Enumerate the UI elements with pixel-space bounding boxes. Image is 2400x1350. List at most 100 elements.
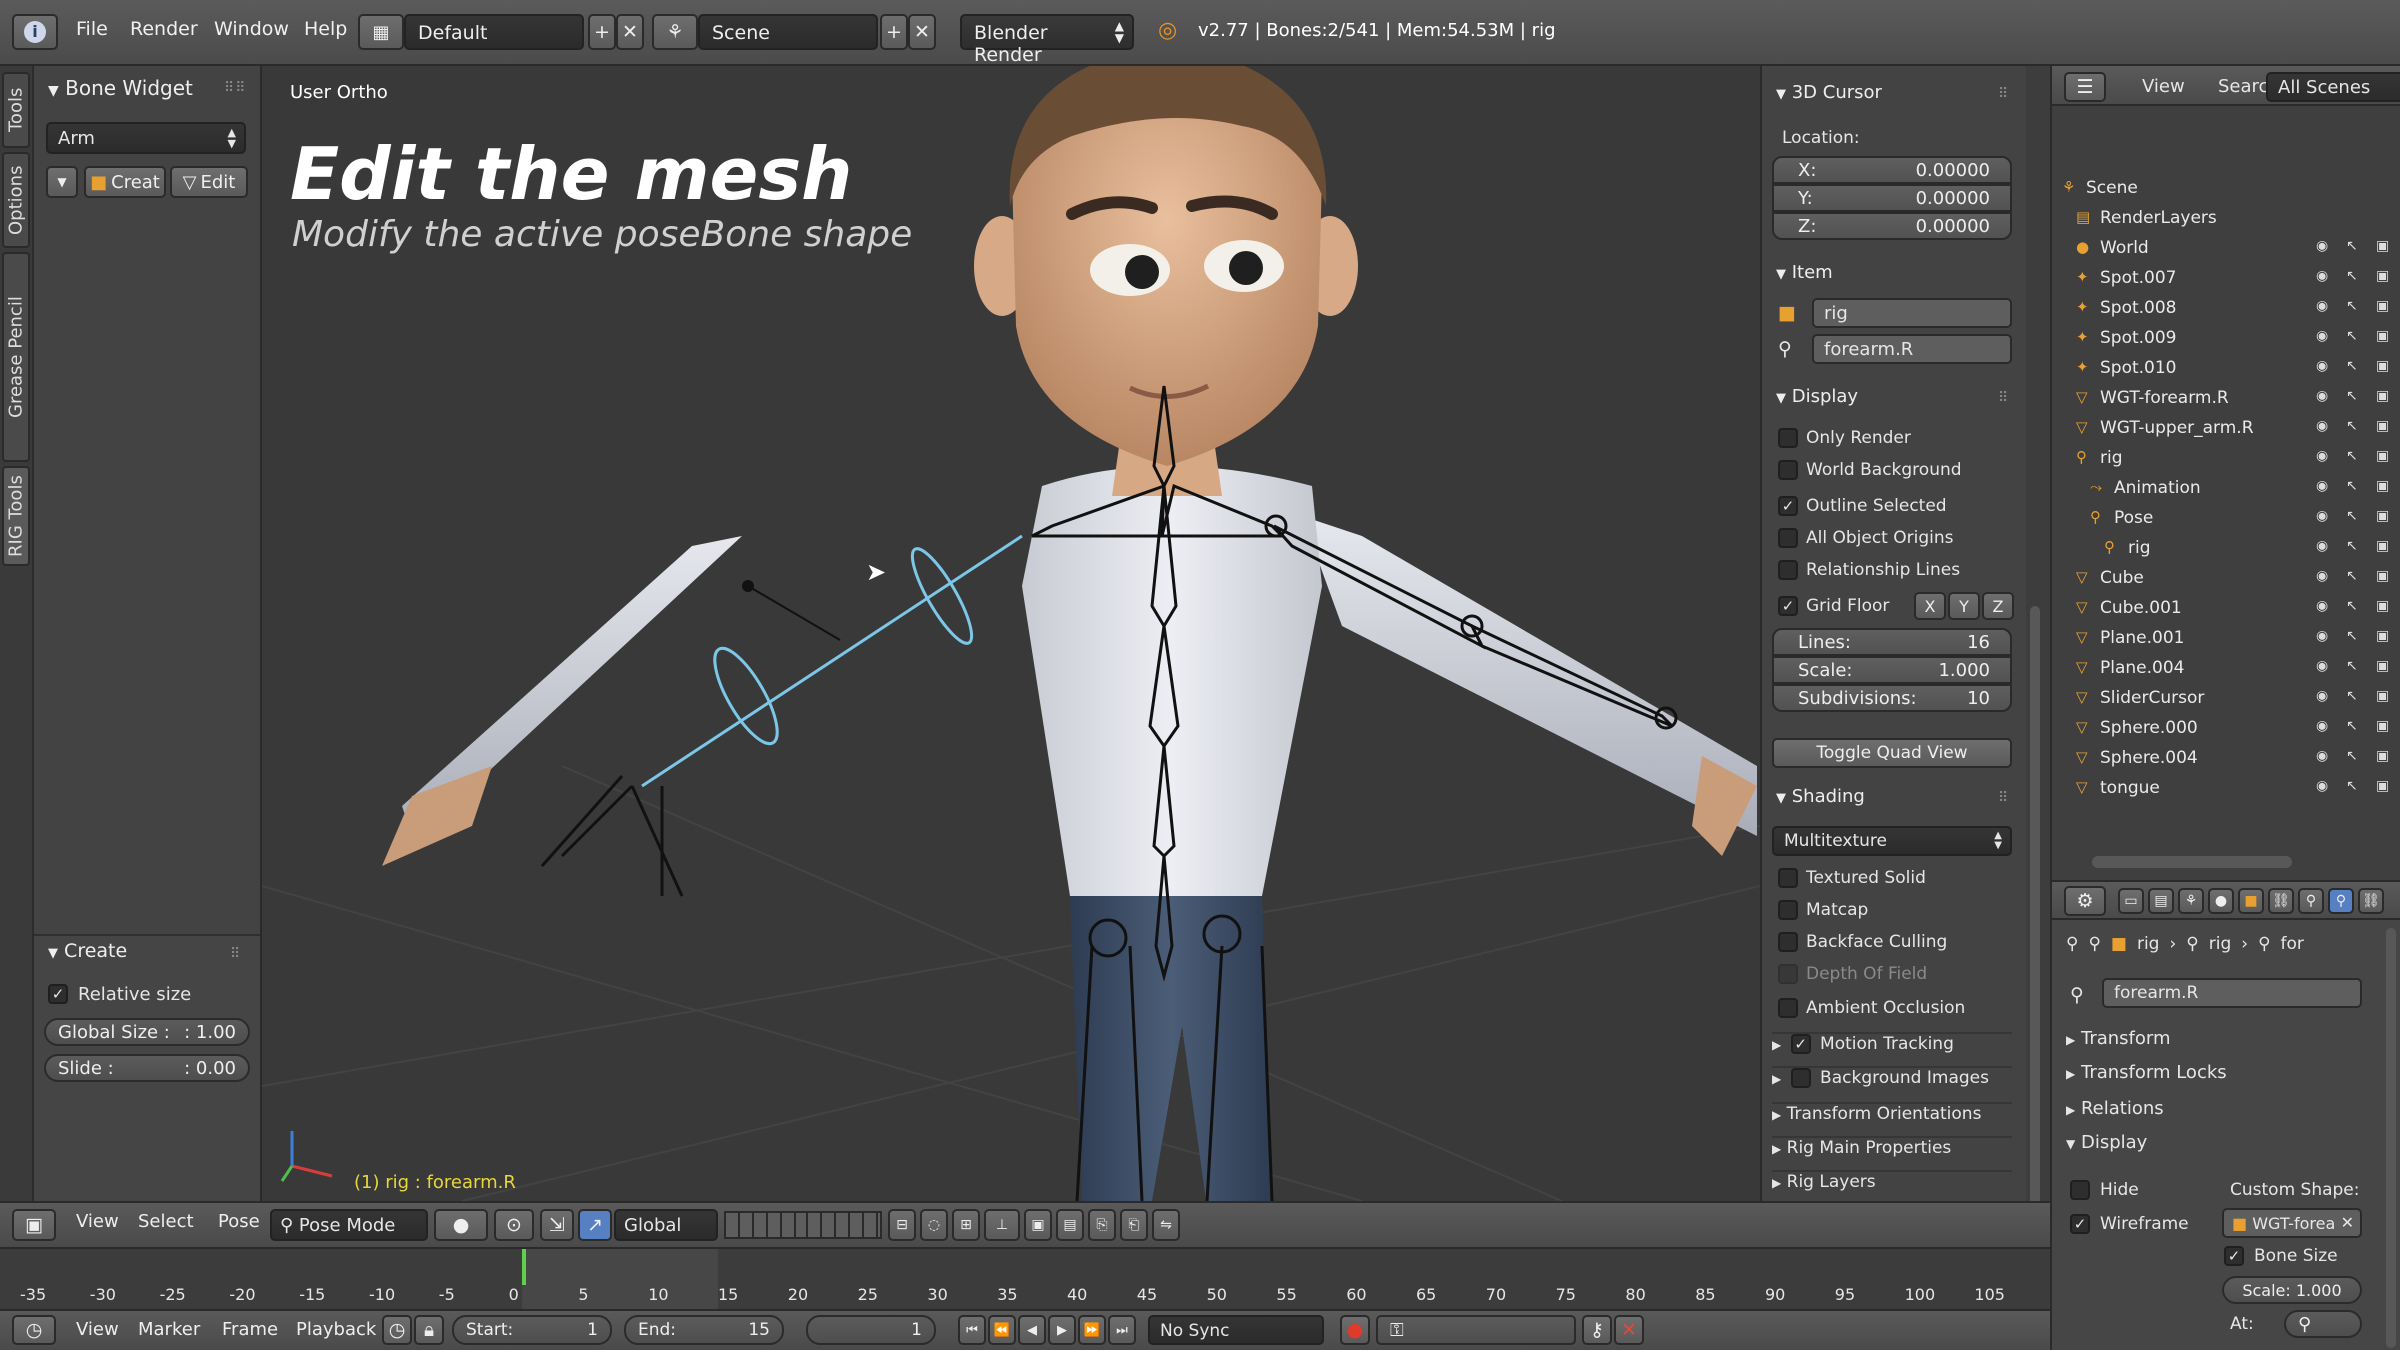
item-header[interactable]: ▼ Item [1776,262,1833,283]
play-reverse-icon[interactable]: ◀ [1018,1315,1046,1345]
background-images-panel-header[interactable]: ▶ Background Images [1772,1066,2012,1096]
motion-tracking-panel-header[interactable]: ▶ ✓ Motion Tracking [1772,1032,2012,1062]
grid-axis-y-toggle[interactable]: Y [1948,592,1980,620]
timeline-playback-menu[interactable]: Playback [296,1319,376,1340]
grid-subdivisions-field[interactable]: Subdivisions: 10 [1772,684,2012,712]
pose-menu[interactable]: Pose [218,1211,260,1232]
keying-set-field[interactable]: ⚿ [1376,1315,1576,1345]
eye-icon[interactable]: ◉ [2316,568,2328,584]
eye-icon[interactable]: ◉ [2316,358,2328,374]
drag-handle-icon[interactable]: ⠿ [1998,790,2009,806]
eye-icon[interactable]: ◉ [2316,538,2328,554]
cursor-y-field[interactable]: Y: 0.00000 [1772,184,2012,212]
ambient-occlusion-checkbox[interactable] [1778,998,1798,1018]
camera-icon[interactable]: ▣ [2376,298,2389,314]
bone-size-checkbox[interactable]: ✓ [2224,1246,2244,1266]
camera-icon[interactable]: ▣ [2376,268,2389,284]
grid-scale-field[interactable]: Scale: 1.000 [1772,656,2012,684]
only-render-checkbox[interactable] [1778,428,1798,448]
pivot-point-select[interactable]: ⊙ [494,1209,534,1241]
cursor-x-field[interactable]: X: 0.00000 [1772,156,2012,184]
eye-icon[interactable]: ◉ [2316,628,2328,644]
backface-culling-checkbox[interactable] [1778,932,1798,952]
viewport-shading-select[interactable]: ● [434,1209,488,1241]
outliner-row[interactable]: ⚘ Scene [2052,174,2400,204]
delete-keyframe-button[interactable]: ✕ [1614,1315,1644,1345]
camera-icon[interactable]: ▣ [2376,508,2389,524]
armature-tab-icon[interactable]: ⚲ [2298,888,2324,914]
toggle-quad-view-button[interactable]: Toggle Quad View [1772,738,2012,768]
create-panel-header[interactable]: ▼ Create [48,940,127,962]
snap-icon[interactable]: ⊞ [952,1209,980,1241]
menu-file[interactable]: File [76,18,108,40]
outliner-row[interactable]: ▽ WGT-upper_arm.R ◉ ↖ ▣ [2052,414,2400,444]
edit-widget-button[interactable]: ▽ Edit [170,166,248,198]
custom-shape-field[interactable]: ■ WGT-forea ✕ [2222,1208,2362,1238]
cursor-icon[interactable]: ↖ [2346,688,2358,704]
timeline-view-menu[interactable]: View [76,1319,119,1340]
item-bone-field[interactable]: forearm.R [1812,334,2012,364]
cursor-icon[interactable]: ↖ [2346,328,2358,344]
pin-icon[interactable]: ⚲ [2066,934,2078,954]
tab-rig-tools[interactable]: RIG Tools [2,466,30,566]
bone-widget-panel-header[interactable]: ▼ Bone Widget [48,76,193,100]
outliner-row[interactable]: ✦ Spot.007 ◉ ↖ ▣ [2052,264,2400,294]
properties-scrollbar[interactable] [2386,928,2396,1348]
opengl-anim-icon[interactable]: ▤ [1056,1209,1084,1241]
eye-icon[interactable]: ◉ [2316,748,2328,764]
transform-locks-panel-header[interactable]: ▶ Transform Locks [2066,1062,2227,1083]
camera-icon[interactable]: ▣ [2376,448,2389,464]
all-object-origins-checkbox[interactable] [1778,528,1798,548]
sync-mode-select[interactable]: No Sync [1148,1315,1324,1345]
relations-panel-header[interactable]: ▶ Relations [2066,1098,2164,1119]
screen-layout-field[interactable]: Default [404,14,584,50]
hide-checkbox[interactable] [2070,1180,2090,1200]
motion-tracking-checkbox[interactable]: ✓ [1790,1034,1811,1054]
layers-tab-icon[interactable]: ▤ [2148,888,2174,914]
transform-panel-header[interactable]: ▶ Transform [2066,1028,2171,1049]
rig-layers-panel-header[interactable]: ▶ Rig Layers [1772,1170,2012,1200]
outliner-row[interactable]: ✦ Spot.008 ◉ ↖ ▣ [2052,294,2400,324]
eye-icon[interactable]: ◉ [2316,448,2328,464]
camera-icon[interactable]: ▣ [2376,688,2389,704]
render-engine-select[interactable]: Blender Render ▲ ▼ [960,14,1134,66]
wireframe-checkbox[interactable]: ✓ [2070,1214,2090,1234]
camera-icon[interactable]: ▣ [2376,358,2389,374]
eye-icon[interactable]: ◉ [2316,688,2328,704]
timeline-marker-menu[interactable]: Marker [138,1319,200,1340]
camera-icon[interactable]: ▣ [2376,598,2389,614]
render-tab-icon[interactable]: ▭ [2118,888,2144,914]
rig-main-properties-panel-header[interactable]: ▶ Rig Main Properties [1772,1136,2012,1166]
menu-render[interactable]: Render [130,18,198,40]
info-editor-button[interactable]: i [12,14,58,50]
copy-pose-icon[interactable]: ⎘ [1088,1209,1116,1241]
tab-options[interactable]: Options [2,152,30,248]
outliner-row[interactable]: ✦ Spot.010 ◉ ↖ ▣ [2052,354,2400,384]
add-scene-button[interactable]: + [880,14,908,50]
display-panel-header[interactable]: ▼ Display [2066,1132,2147,1153]
menu-help[interactable]: Help [304,18,347,40]
cursor-icon[interactable]: ↖ [2346,598,2358,614]
eye-icon[interactable]: ◉ [2316,598,2328,614]
camera-icon[interactable]: ▣ [2376,478,2389,494]
paste-pose-icon[interactable]: ⎗ [1120,1209,1148,1241]
camera-icon[interactable]: ▣ [2376,238,2389,254]
cursor-icon[interactable]: ↖ [2346,478,2358,494]
widget-menu-button[interactable]: ▼ [46,166,78,198]
display-header[interactable]: ▼ Display [1776,386,1858,407]
outliner-row[interactable]: ⚲ rig ◉ ↖ ▣ [2052,534,2400,564]
eye-icon[interactable]: ◉ [2316,418,2328,434]
grid-lines-field[interactable]: Lines: 16 [1772,628,2012,656]
start-frame-field[interactable]: Start: 1 [452,1315,612,1345]
grid-axis-z-toggle[interactable]: Z [1982,592,2014,620]
outliner-row[interactable]: ✦ Spot.009 ◉ ↖ ▣ [2052,324,2400,354]
camera-icon[interactable]: ▣ [2376,388,2389,404]
select-menu[interactable]: Select [138,1211,194,1232]
transform-orientation-select[interactable]: Global [614,1209,718,1241]
outliner-row[interactable]: ⚲ rig ◉ ↖ ▣ [2052,444,2400,474]
layer-buttons-2[interactable] [806,1211,882,1239]
scene-field[interactable]: Scene [698,14,878,50]
insert-keyframe-button[interactable]: ⚷ [1582,1315,1612,1345]
manipulator-toggle[interactable]: ⇲ [540,1209,574,1241]
preview-range-toggle[interactable]: ◷ [382,1315,412,1345]
